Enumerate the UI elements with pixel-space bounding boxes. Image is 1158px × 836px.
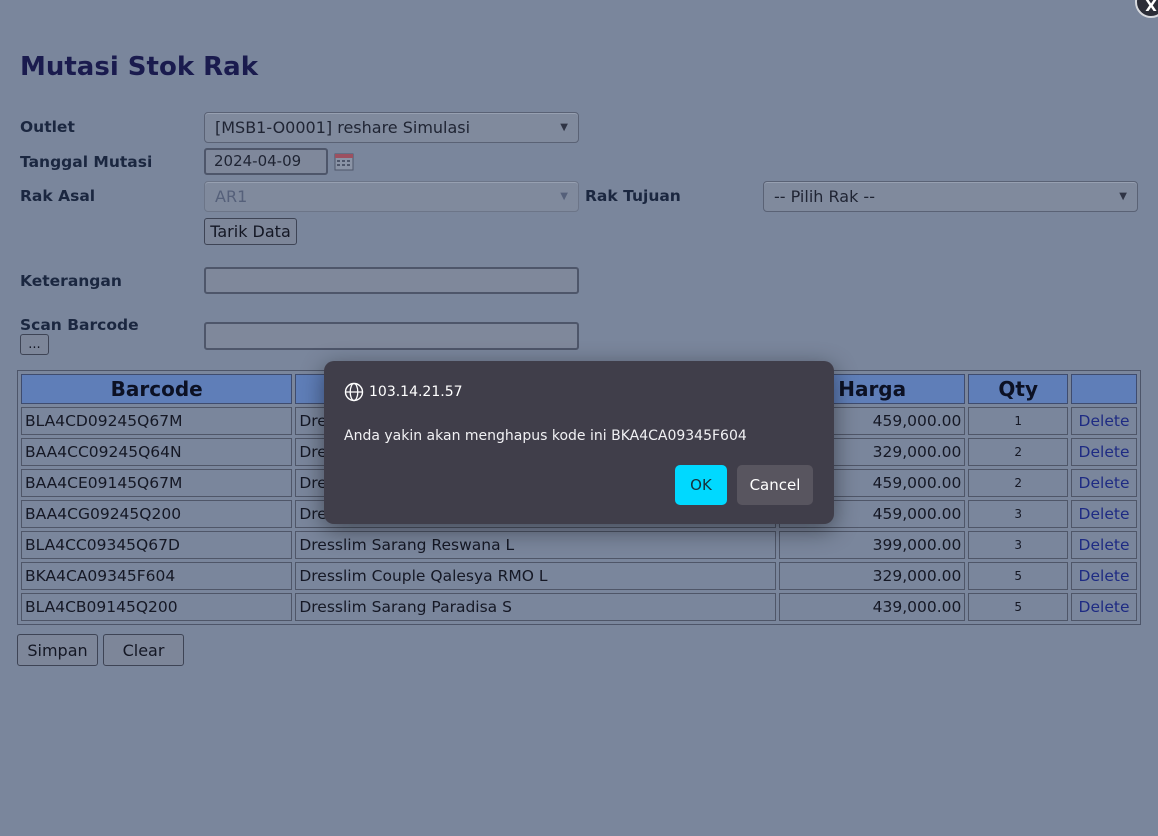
- ok-button[interactable]: OK: [675, 465, 727, 505]
- confirm-dialog: 103.14.21.57 Anda yakin akan menghapus k…: [324, 361, 834, 524]
- dialog-host-text: 103.14.21.57: [369, 384, 463, 400]
- modal-backdrop: 103.14.21.57 Anda yakin akan menghapus k…: [0, 0, 1158, 836]
- dialog-message: Anda yakin akan menghapus kode ini BKA4C…: [344, 428, 747, 444]
- dialog-origin: 103.14.21.57: [344, 382, 463, 402]
- cancel-button[interactable]: Cancel: [737, 465, 813, 505]
- globe-icon: [344, 382, 364, 402]
